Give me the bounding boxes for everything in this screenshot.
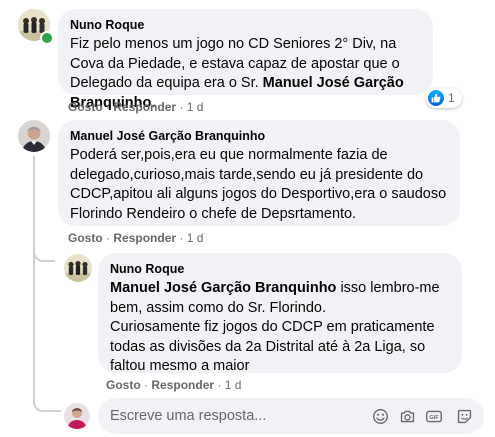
comment-bubble-2: Manuel José Garção Branquinho Poderá ser… — [58, 120, 460, 226]
comment-author[interactable]: Manuel José Garção Branquinho — [70, 128, 448, 144]
sticker-icon[interactable] — [454, 406, 474, 426]
reply-text-part: Curiosamente fiz jogos do CDCP em pratic… — [110, 319, 435, 374]
thread-branch — [33, 248, 55, 262]
like-button[interactable]: Gosto — [68, 231, 103, 245]
reply-input[interactable] — [110, 398, 350, 434]
current-user-avatar[interactable] — [64, 403, 90, 429]
comment-actions-1: Gosto · Responder · 1 d — [68, 99, 203, 115]
avatar-portrait-icon — [18, 120, 50, 152]
like-reaction-icon — [428, 90, 444, 106]
reply-bubble: Nuno Roque Manuel José Garção Branquinho… — [98, 253, 462, 374]
reply-mention[interactable]: Manuel José Garção Branquinho — [110, 280, 336, 296]
reply-timestamp[interactable]: 1 d — [225, 378, 242, 392]
comment-actions-2: Gosto · Responder · 1 d — [68, 230, 203, 246]
online-status-indicator — [40, 31, 54, 45]
like-button[interactable]: Gosto — [68, 100, 103, 114]
separator-dot: · — [217, 378, 225, 392]
reply-author[interactable]: Nuno Roque — [110, 261, 450, 277]
avatar-nuno-roque-reply[interactable] — [64, 254, 92, 282]
comment-bubble-1: Nuno Roque Fiz pelo menos um jogo no CD … — [58, 9, 433, 111]
comment-text: Poderá ser,pois,era eu que normalmente f… — [70, 147, 447, 222]
reply-button[interactable]: Responder — [151, 378, 214, 392]
reply-button[interactable]: Responder — [113, 100, 176, 114]
thread-branch-composer — [33, 398, 61, 412]
reply-button[interactable]: Responder — [113, 231, 176, 245]
separator-dot: · — [179, 100, 187, 114]
comment-timestamp[interactable]: 1 d — [187, 231, 204, 245]
comment-timestamp[interactable]: 1 d — [187, 100, 204, 114]
thread-line — [33, 156, 35, 404]
camera-icon[interactable] — [397, 406, 417, 426]
reply-actions: Gosto · Responder · 1 d — [106, 377, 241, 393]
avatar-manuel-branquinho[interactable] — [18, 120, 50, 152]
reply-composer[interactable]: GIF — [98, 398, 484, 434]
user-avatar-icon — [64, 403, 90, 429]
emoji-icon[interactable] — [370, 406, 390, 426]
separator-dot: · — [179, 231, 187, 245]
like-button[interactable]: Gosto — [106, 378, 141, 392]
gif-icon[interactable]: GIF — [424, 406, 444, 426]
reply-text: Manuel José Garção Branquinho isso lembr… — [110, 279, 450, 377]
comment-author[interactable]: Nuno Roque — [70, 17, 421, 33]
reaction-count-badge[interactable]: 1 — [426, 88, 462, 108]
avatar-group-photo-icon — [64, 254, 92, 282]
reaction-count: 1 — [448, 91, 455, 105]
svg-text:GIF: GIF — [429, 415, 439, 421]
